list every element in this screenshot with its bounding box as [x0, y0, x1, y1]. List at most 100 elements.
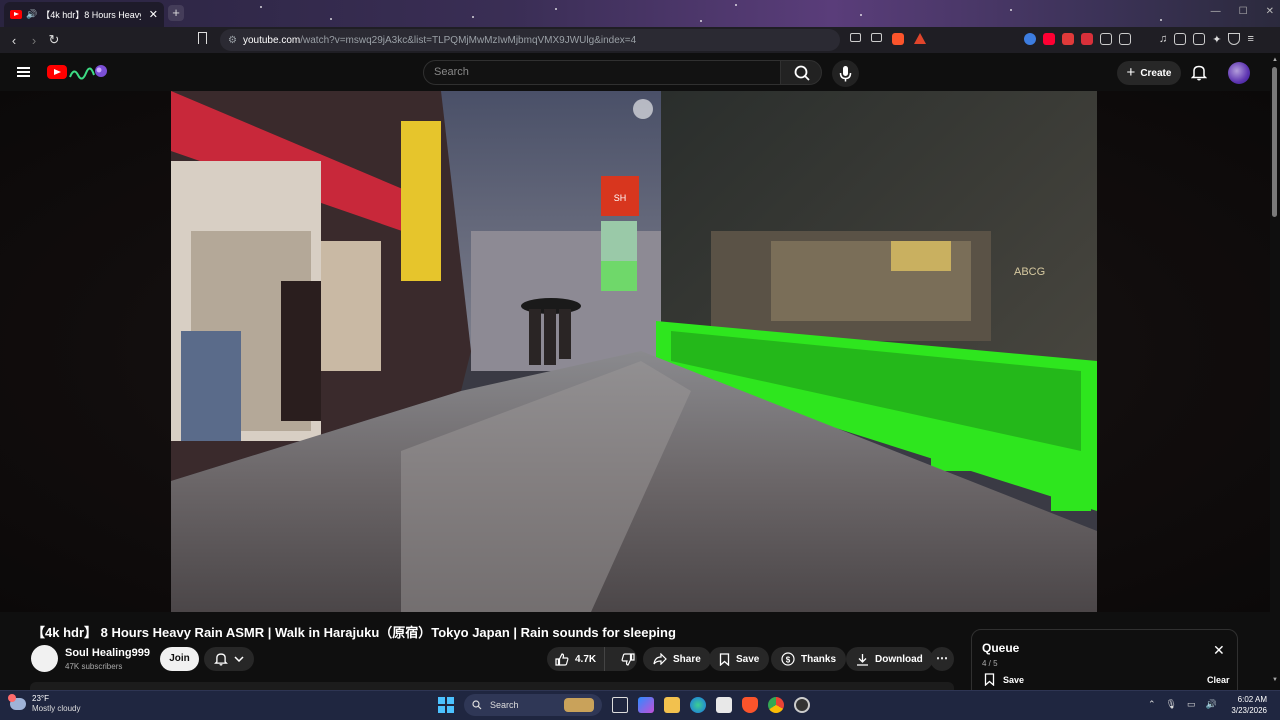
- voice-search-button[interactable]: [832, 60, 859, 87]
- brave-rewards-icon[interactable]: [914, 33, 926, 44]
- like-dislike-group: 4.7K: [547, 647, 637, 671]
- install-app-icon[interactable]: [850, 33, 861, 42]
- download-button[interactable]: Download: [846, 647, 933, 671]
- queue-bookmark-icon: [984, 673, 995, 686]
- reload-icon[interactable]: ↻: [44, 32, 64, 48]
- window-controls: — ☐ ✕: [1211, 6, 1274, 17]
- minimize-icon[interactable]: —: [1211, 6, 1221, 17]
- queue-clear-button[interactable]: Clear: [1207, 675, 1230, 685]
- account-avatar[interactable]: [1228, 62, 1250, 84]
- file-explorer-icon[interactable]: [664, 697, 680, 713]
- bookmark-icon[interactable]: [198, 32, 207, 44]
- bell-icon: [214, 653, 228, 666]
- queue-save-button[interactable]: Save: [984, 673, 1024, 686]
- weather-condition: Mostly cloudy: [32, 704, 81, 713]
- browser-menu-icon[interactable]: ≡: [1247, 33, 1253, 46]
- video-title: 【4k hdr】 8 Hours Heavy Rain ASMR | Walk …: [32, 625, 676, 640]
- notifications-bell-icon[interactable]: [1191, 64, 1207, 81]
- video-frame[interactable]: SH ABCG: [171, 91, 1097, 612]
- create-button[interactable]: + Create: [1117, 61, 1181, 85]
- taskbar-search[interactable]: Search: [464, 694, 602, 716]
- address-actions: [850, 33, 926, 45]
- browser-tab-active[interactable]: 🔊 【4k hdr】8 Hours Heavy Rain ✕: [4, 2, 164, 27]
- chrome-icon[interactable]: [768, 697, 784, 713]
- scrollbar-thumb[interactable]: [1272, 67, 1277, 217]
- network-icon[interactable]: ▭: [1187, 699, 1196, 710]
- like-button[interactable]: 4.7K: [547, 647, 606, 671]
- scroll-up-icon[interactable]: ▲: [1272, 57, 1278, 63]
- thanks-button[interactable]: $ Thanks: [771, 647, 847, 671]
- new-tab-button[interactable]: +: [168, 5, 184, 21]
- task-view-icon[interactable]: [612, 697, 628, 713]
- svg-text:$: $: [786, 656, 791, 665]
- youtube-doodle-logo-icon[interactable]: [68, 63, 108, 81]
- queue-position: 4 / 5: [982, 659, 998, 668]
- sidebar-icon[interactable]: [1174, 33, 1187, 45]
- subscriber-count: 47K subscribers: [65, 662, 123, 671]
- forward-icon[interactable]: ›: [24, 33, 44, 48]
- channel-avatar[interactable]: [31, 645, 58, 672]
- thanks-heart-dollar-icon: $: [781, 652, 795, 666]
- extension-2-icon[interactable]: [1062, 33, 1074, 45]
- save-label: Save: [736, 653, 760, 665]
- copilot-icon[interactable]: [638, 697, 654, 713]
- wallet-icon[interactable]: [1193, 33, 1206, 45]
- leo-ai-icon[interactable]: ✦: [1212, 33, 1221, 46]
- window-close-icon[interactable]: ✕: [1266, 6, 1274, 17]
- queue-close-icon[interactable]: ✕: [1213, 643, 1225, 657]
- tab-close-icon[interactable]: ✕: [145, 8, 158, 21]
- extension-3-icon[interactable]: [1081, 33, 1093, 45]
- share-page-icon[interactable]: [871, 33, 882, 42]
- address-bar[interactable]: ⚙ youtube.com /watch?v=mswq29jA3kc&list=…: [220, 29, 840, 51]
- subscription-notification-button[interactable]: [204, 647, 254, 671]
- extension-4-icon[interactable]: [1100, 33, 1112, 45]
- media-icon[interactable]: ♫: [1159, 33, 1167, 46]
- clock-time: 6:02 AM: [1237, 695, 1267, 704]
- tray-overflow-icon[interactable]: ⌃: [1148, 699, 1156, 710]
- search-input[interactable]: Search: [423, 60, 781, 85]
- brave-icon[interactable]: [742, 697, 758, 713]
- dislike-button[interactable]: [611, 652, 645, 666]
- more-actions-button[interactable]: ⋯: [930, 647, 954, 671]
- description-box-edge: [30, 682, 954, 690]
- plus-icon: +: [1126, 64, 1136, 81]
- edge-icon[interactable]: [690, 697, 706, 713]
- microsoft-store-icon[interactable]: [716, 697, 732, 713]
- youtube-header: Search + Create: [0, 53, 1270, 91]
- browser-tab-strip: 🔊 【4k hdr】8 Hours Heavy Rain ✕ + — ☐ ✕: [0, 0, 1280, 27]
- bookmark-save-icon: [719, 652, 730, 666]
- scroll-down-icon[interactable]: ▼: [1272, 677, 1278, 683]
- search-button[interactable]: [780, 60, 822, 85]
- join-button[interactable]: Join: [160, 647, 199, 671]
- share-button[interactable]: Share: [643, 647, 711, 671]
- microphone-tray-icon[interactable]: 🎙: [1166, 699, 1177, 710]
- taskbar-search-icon: [472, 700, 482, 710]
- obs-icon[interactable]: [794, 697, 810, 713]
- youtube-logo-icon[interactable]: [47, 65, 67, 79]
- maximize-icon[interactable]: ☐: [1239, 6, 1248, 17]
- menu-icon[interactable]: [17, 67, 30, 77]
- save-button[interactable]: Save: [709, 647, 770, 671]
- volume-icon[interactable]: 🔊: [1206, 699, 1217, 710]
- windows-start-icon[interactable]: [438, 697, 454, 713]
- screen: 🔊 【4k hdr】8 Hours Heavy Rain ✕ + — ☐ ✕ ‹…: [0, 0, 1280, 720]
- download-label: Download: [875, 653, 923, 665]
- thumbs-up-icon: [555, 652, 569, 666]
- search-icon: [794, 65, 810, 81]
- store-sign-red: SH: [614, 193, 627, 203]
- speaker-icon[interactable]: 🔊: [26, 9, 37, 20]
- channel-name[interactable]: Soul Healing999: [65, 647, 150, 659]
- site-settings-icon[interactable]: ⚙: [228, 35, 237, 46]
- weather-widget[interactable]: 23°F Mostly cloudy: [8, 694, 81, 714]
- vpn-shield-icon[interactable]: [1228, 33, 1241, 45]
- weather-cloudy-icon: [8, 694, 26, 710]
- extension-youtube-icon[interactable]: [1043, 33, 1055, 45]
- video-player[interactable]: SH ABCG: [0, 91, 1270, 612]
- extension-1-icon[interactable]: [1024, 33, 1036, 45]
- taskbar-apps: Search: [438, 694, 810, 716]
- taskbar-clock[interactable]: 6:02 AM 3/23/2026: [1225, 694, 1267, 716]
- extension-5-icon[interactable]: [1119, 33, 1131, 45]
- page-scrollbar[interactable]: ▲ ▼: [1270, 53, 1280, 690]
- brave-shields-icon[interactable]: [892, 33, 904, 45]
- back-icon[interactable]: ‹: [4, 33, 24, 48]
